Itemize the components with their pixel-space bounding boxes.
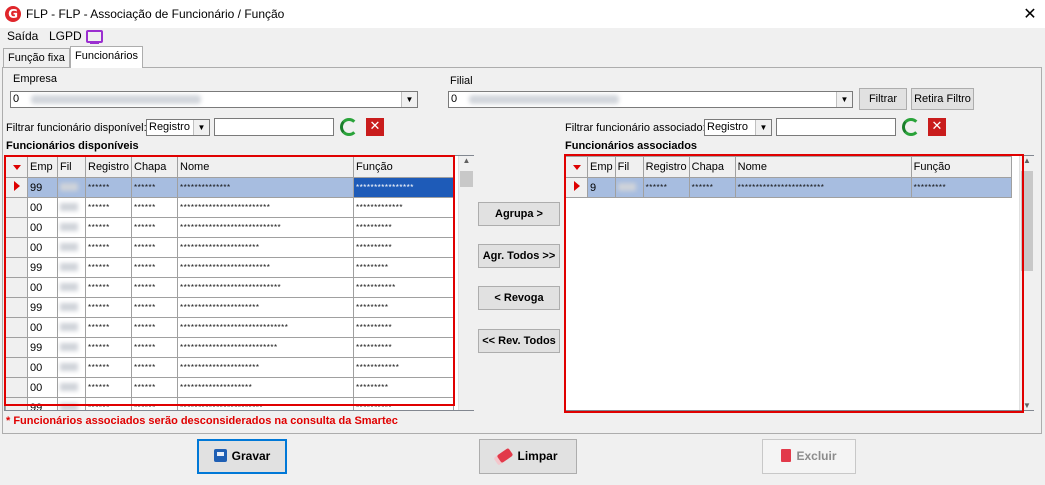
filial-value: 0 — [451, 93, 458, 105]
close-icon[interactable]: ✕ — [1020, 4, 1040, 24]
right-filter-combo-value: Registro — [707, 121, 748, 133]
eraser-icon — [497, 447, 514, 464]
filial-label: Filial — [450, 75, 473, 87]
refresh-icon[interactable] — [340, 118, 358, 136]
floppy-disk-icon — [213, 449, 227, 462]
gravar-button[interactable]: Gravar — [197, 439, 287, 474]
right-section-title: Funcionários associados — [565, 140, 698, 152]
x-icon[interactable]: ✕ — [366, 118, 384, 136]
revoga-button[interactable]: < Revoga — [478, 286, 560, 310]
x-icon[interactable]: ✕ — [928, 118, 946, 136]
scroll-thumb[interactable] — [460, 171, 473, 187]
monitor-stand — [90, 42, 99, 44]
chevron-down-icon[interactable]: ▼ — [401, 92, 417, 107]
left-filter-combo[interactable]: Registro ▼ — [146, 119, 210, 136]
tab-funcao-fixa[interactable]: Função fixa — [3, 48, 70, 67]
agrupa-button[interactable]: Agrupa > — [478, 202, 560, 226]
right-grid-highlight — [564, 154, 1024, 413]
excluir-label: Excluir — [796, 449, 837, 463]
redacted-text — [469, 95, 619, 104]
revoga-todos-button[interactable]: << Rev. Todos — [478, 329, 560, 353]
tab-funcionarios[interactable]: Funcionários — [70, 46, 143, 68]
chevron-down-icon[interactable]: ▼ — [755, 120, 771, 135]
retira-filtro-button[interactable]: Retira Filtro — [911, 88, 974, 110]
filial-select[interactable]: 0 ▼ — [448, 91, 853, 108]
left-filter-label: Filtrar funcionário disponível: — [6, 122, 147, 134]
filtrar-button[interactable]: Filtrar — [859, 88, 907, 110]
warning-note: * Funcionários associados serão desconsi… — [6, 415, 398, 427]
menu-bar — [0, 28, 1045, 46]
chevron-down-icon[interactable]: ▼ — [836, 92, 852, 107]
left-grid-highlight — [4, 155, 455, 406]
excluir-button: Excluir — [762, 439, 856, 474]
menu-lgpd[interactable]: LGPD — [49, 29, 82, 43]
right-filter-combo[interactable]: Registro ▼ — [704, 119, 772, 136]
redacted-text — [31, 95, 201, 104]
left-section-title: Funcionários disponíveis — [6, 140, 139, 152]
right-filter-label: Filtrar funcionário associado: — [565, 122, 706, 134]
menu-saida[interactable]: Saída — [7, 29, 38, 43]
gravar-label: Gravar — [231, 449, 271, 463]
refresh-icon[interactable] — [902, 118, 920, 136]
empresa-value: 0 — [13, 93, 20, 105]
empresa-select[interactable]: 0 ▼ — [10, 91, 418, 108]
empresa-label: Empresa — [13, 73, 58, 85]
scroll-up-icon[interactable]: ▲ — [459, 156, 474, 165]
window-title: FLP - FLP - Associação de Funcionário / … — [26, 7, 285, 21]
left-vertical-scrollbar[interactable]: ▲ — [458, 156, 474, 410]
right-filter-input[interactable] — [776, 118, 896, 136]
left-filter-input[interactable] — [214, 118, 334, 136]
agrupa-todos-button[interactable]: Agr. Todos >> — [478, 244, 560, 268]
limpar-label: Limpar — [517, 449, 558, 463]
app-logo-icon: G — [5, 6, 21, 22]
chevron-down-icon[interactable]: ▼ — [193, 120, 209, 135]
limpar-button[interactable]: Limpar — [479, 439, 577, 474]
left-filter-combo-value: Registro — [149, 121, 190, 133]
trash-icon — [781, 449, 792, 462]
